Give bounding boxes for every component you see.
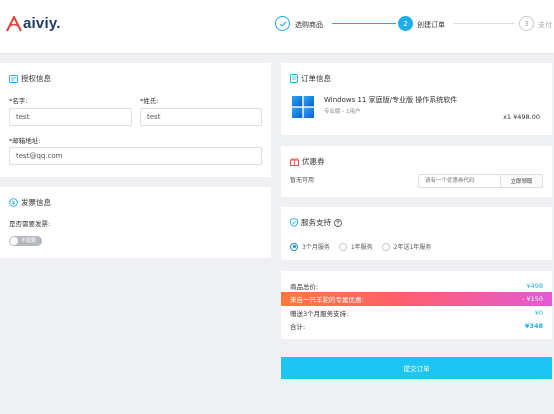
product-price: x1 ¥498.00 (503, 113, 540, 121)
submit-order-button[interactable]: 提交订单 (281, 357, 552, 379)
service-option-label: 2年送1年服务 (393, 244, 432, 251)
step-3-number: 3 (519, 16, 534, 31)
summary-panel: 商品总价: ¥498 来自一只羊驼的专属优惠: - ¥150 赠送3个月服务支持… (281, 271, 552, 339)
service-options: 3个月服务 1年服务 2年送1年服务 (290, 242, 440, 251)
total-label: 合计: (290, 323, 306, 331)
service-option-label: 1年服务 (350, 244, 373, 251)
order-icon (290, 74, 298, 83)
toggle-text: 不需要 (21, 238, 37, 244)
step-3-label: 支付 (538, 21, 552, 29)
subtotal-value: ¥498 (526, 282, 543, 290)
coupon-panel: 优惠券 暂无可用 立即领取 (281, 146, 552, 197)
first-name-input[interactable] (9, 108, 132, 126)
step-connector-1 (332, 23, 396, 24)
product-name: Windows 11 家庭版/专业版 操作系统软件 (324, 96, 458, 104)
email-input[interactable] (9, 147, 262, 165)
service-option-2-years-plus-1[interactable]: 2年送1年服务 (381, 242, 432, 251)
last-name-input[interactable] (140, 108, 262, 126)
radio-dot (338, 242, 347, 251)
checkout-steps: 选购商品 2 创建订单 3 支付 (275, 16, 554, 36)
coupon-title: 优惠券 (290, 156, 325, 167)
help-circle-icon[interactable] (334, 218, 342, 227)
service-option-1-year[interactable]: 1年服务 (338, 242, 373, 251)
step-1-check-icon (275, 16, 290, 31)
id-card-icon (9, 74, 18, 83)
order-title-text: 订单信息 (301, 74, 331, 83)
service-option-3-months[interactable]: 3个月服务 (290, 242, 330, 251)
email-label: *邮箱地址: (9, 137, 41, 145)
coupon-code-input[interactable] (418, 174, 500, 188)
invoice-question: 是否需要发票: (9, 220, 51, 228)
step-2-number: 2 (398, 16, 413, 31)
license-panel: 授权信息 *名字: *姓氏: *邮箱地址: (0, 63, 271, 177)
step-1-label: 选购商品 (295, 21, 323, 29)
step-connector-2 (453, 23, 515, 24)
step-2-label: 创建订单 (417, 21, 445, 29)
top-bar: aiviy. 选购商品 2 创建订单 3 支付 (0, 0, 554, 53)
shield-icon (290, 218, 298, 227)
first-name-label: *名字: (9, 97, 28, 105)
subtotal-label: 商品总价: (290, 283, 319, 291)
radio-dot (381, 242, 390, 251)
service-title-text: 服务支持 (301, 218, 331, 227)
gift-service-label: 赠送3个月服务支持: (290, 310, 349, 318)
brand-logo[interactable]: aiviy. (6, 15, 61, 32)
last-name-label: *姓氏: (140, 97, 159, 105)
invoice-title-text: 发票信息 (21, 198, 51, 207)
redeem-coupon-button[interactable]: 立即领取 (500, 174, 543, 188)
product-variant: 专业版 - 1用户 (324, 109, 361, 115)
promo-label: 来自一只羊驼的专属优惠: (290, 296, 364, 304)
license-title-text: 授权信息 (21, 74, 51, 83)
radio-dot (290, 242, 298, 251)
gift-icon (290, 157, 299, 166)
invoice-icon (9, 198, 18, 207)
total-value: ¥348 (524, 322, 543, 330)
windows-logo-icon (292, 96, 314, 120)
order-panel: 订单信息 Windows 11 家庭版/专业版 操作系统软件 专业版 - 1用户… (281, 63, 552, 135)
gift-service-value: ¥0 (534, 309, 543, 317)
invoice-toggle[interactable]: 不需要 (9, 236, 42, 246)
brand-name: aiviy. (23, 15, 61, 32)
coupon-title-text: 优惠券 (302, 157, 325, 166)
order-title: 订单信息 (290, 73, 331, 84)
logo-a-icon (6, 15, 22, 31)
toggle-knob (10, 237, 18, 245)
promo-row: 来自一只羊驼的专属优惠: - ¥150 (281, 292, 552, 306)
invoice-title: 发票信息 (9, 197, 51, 208)
service-panel: 服务支持 3个月服务 1年服务 2年送1年服务 (281, 207, 552, 260)
license-title: 授权信息 (9, 73, 51, 84)
coupon-status: 暂无可用 (290, 177, 315, 184)
service-option-label: 3个月服务 (302, 244, 330, 251)
invoice-panel: 发票信息 是否需要发票: 不需要 (0, 187, 271, 258)
service-title: 服务支持 (290, 217, 342, 228)
total-row: 合计: ¥348 (281, 319, 552, 333)
promo-value: - ¥150 (522, 295, 543, 303)
gift-service-row: 赠送3个月服务支持: ¥0 (281, 306, 552, 320)
subtotal-row: 商品总价: ¥498 (281, 279, 552, 293)
